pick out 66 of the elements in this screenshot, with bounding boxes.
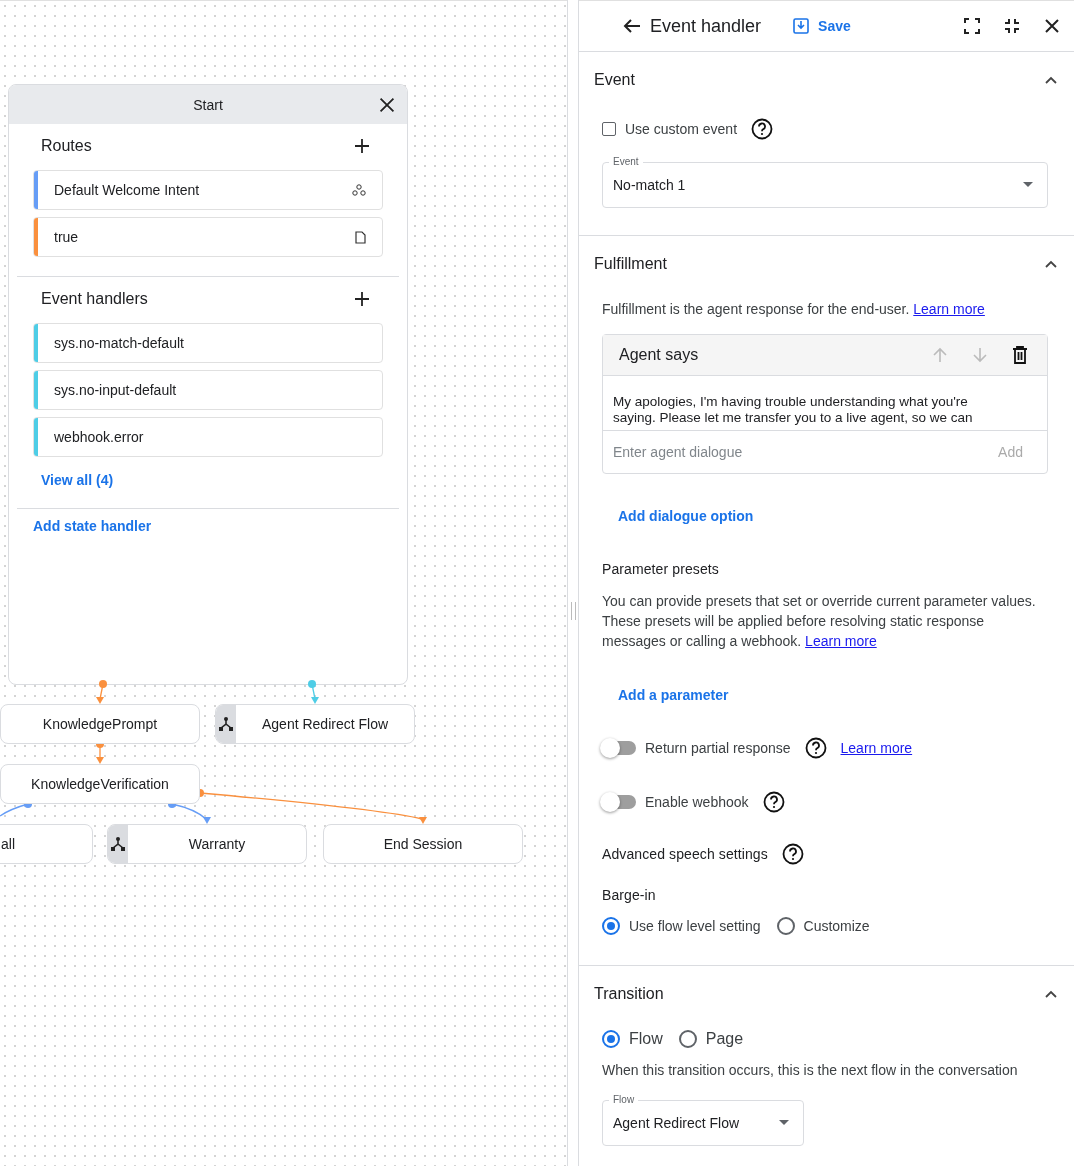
radio-option[interactable]: Customize <box>776 917 870 935</box>
transition-description: When this transition occurs, this is the next flow in the conversation <box>602 1062 1019 1078</box>
caret-icon <box>1023 182 1033 187</box>
flow-node[interactable]: KnowledgeVerification <box>0 764 200 804</box>
parameter-presets-description: You can provide presets that set or override current parameter values. These presets will be applied before resolving static response messages or calling a webhook. Learn more <box>602 592 1037 651</box>
fulfillment-description: Fulfillment is the agent response for the end-user. Learn more <box>602 301 986 317</box>
panel-title: Event handler <box>650 15 762 37</box>
radio-option[interactable]: Flow <box>602 1030 663 1048</box>
chevron-up-icon[interactable] <box>1045 990 1057 998</box>
subsection-title: Barge-in <box>602 887 657 903</box>
add-state-handler-link[interactable]: Add state handler <box>33 518 152 534</box>
save-button[interactable]: Save <box>793 18 851 34</box>
radio-option[interactable]: Page <box>678 1030 744 1048</box>
route-item[interactable]: Default Welcome Intent <box>33 170 383 210</box>
subsection-title: Parameter presets <box>602 561 720 577</box>
flow-node[interactable]: Agent Redirect Flow <box>215 704 415 744</box>
flow-node[interactable]: End Session <box>323 824 523 864</box>
add-parameter-link[interactable]: Add a parameter <box>618 687 729 703</box>
learn-more-link[interactable]: Learn more <box>913 301 985 317</box>
chevron-up-icon[interactable] <box>1045 260 1057 268</box>
document-icon <box>355 230 366 244</box>
section-title: Routes <box>41 137 92 155</box>
intent-icon <box>352 184 366 196</box>
help-icon[interactable] <box>762 791 785 813</box>
section-title: Transition <box>594 985 664 1003</box>
collapse-icon[interactable] <box>1004 18 1020 34</box>
close-icon[interactable] <box>1044 18 1060 34</box>
event-handler-item[interactable]: sys.no-input-default <box>33 370 383 410</box>
radio-option[interactable]: Use flow level setting <box>602 917 761 935</box>
flow-icon <box>108 825 128 863</box>
route-item[interactable]: true <box>33 217 383 257</box>
connector-arrow <box>308 680 319 704</box>
resize-handle[interactable] <box>567 0 579 1166</box>
event-handler-item[interactable]: webhook.error <box>33 417 383 457</box>
flow-dropdown[interactable]: Flow Agent Redirect Flow <box>602 1094 804 1146</box>
learn-more-link[interactable]: Learn more <box>840 740 913 756</box>
help-icon[interactable] <box>804 737 827 759</box>
add-dialogue-option-link[interactable]: Add dialogue option <box>618 508 754 524</box>
card-title: Agent says <box>619 346 699 364</box>
toggle-switch[interactable]: Enable webhook <box>602 794 749 810</box>
flow-node[interactable]: KnowledgePrompt <box>0 704 200 744</box>
custom-event-checkbox[interactable]: Use custom event <box>602 121 738 137</box>
flow-icon <box>216 705 236 743</box>
card-title: Start <box>193 96 223 113</box>
add-icon[interactable] <box>354 138 370 154</box>
help-icon[interactable] <box>781 843 804 865</box>
event-dropdown[interactable]: Event No-match 1 <box>602 156 1048 208</box>
view-all-link[interactable]: View all (4) <box>41 472 114 488</box>
event-handler-item[interactable]: sys.no-match-default <box>33 323 383 363</box>
add-icon[interactable] <box>354 291 370 307</box>
trash-icon[interactable] <box>1012 346 1028 364</box>
section-title: Event handlers <box>41 290 148 308</box>
learn-more-link[interactable]: Learn more <box>805 633 877 649</box>
section-title: Event <box>594 71 635 89</box>
agent-message[interactable]: My apologies, I'm having trouble understanding what you're saying. Please let me transfer you to a live agent, so we can <box>603 376 1047 431</box>
fullscreen-icon[interactable] <box>964 18 980 34</box>
section-title: Fulfillment <box>594 255 667 273</box>
toggle-switch[interactable]: Return partial response <box>602 740 791 756</box>
connector-arrow <box>96 680 107 704</box>
help-icon[interactable] <box>751 118 774 140</box>
download-icon <box>793 18 810 34</box>
subsection-title: Advanced speech settings <box>602 846 768 862</box>
flow-node[interactable]: all <box>0 824 93 864</box>
flow-node[interactable]: Warranty <box>107 824 307 864</box>
chevron-up-icon[interactable] <box>1045 76 1057 84</box>
caret-icon <box>779 1120 789 1125</box>
